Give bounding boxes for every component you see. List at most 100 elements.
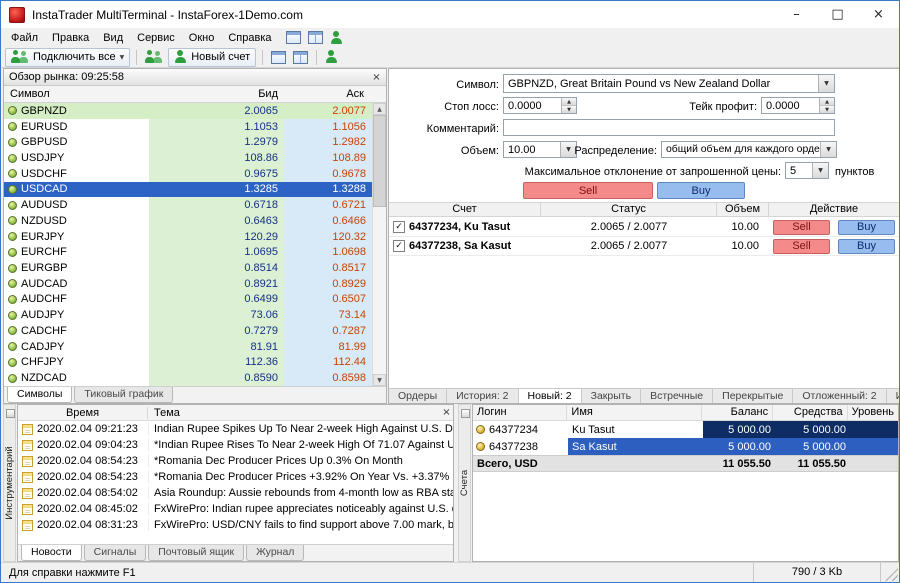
market-row[interactable]: EURGBP 0.8514 0.8517 xyxy=(4,260,372,276)
market-watch-tab[interactable]: Символы xyxy=(7,387,72,403)
orders-tab[interactable]: Ордеры xyxy=(389,389,447,403)
window-icon[interactable] xyxy=(271,51,286,64)
sell-button[interactable]: Sell xyxy=(773,239,830,254)
account-coin-icon xyxy=(476,442,485,451)
minimize-button[interactable]: – xyxy=(776,1,817,28)
accounts-strip[interactable]: Счета xyxy=(458,404,471,562)
scrollbar-thumb[interactable] xyxy=(373,115,386,207)
chevron-down-icon[interactable]: ▼ xyxy=(820,142,836,157)
spinner-up-icon[interactable]: ▲ xyxy=(820,98,834,106)
symbol-select[interactable]: GBPNZD, Great Britain Pound vs New Zeala… xyxy=(503,74,835,93)
orders-tab[interactable]: Отложенный: 2 xyxy=(793,389,886,403)
menu-item[interactable]: Вид xyxy=(96,30,130,46)
market-row[interactable]: CADCHF 0.7279 0.7287 xyxy=(4,323,372,339)
news-column-header[interactable]: Время Тема × xyxy=(18,405,453,421)
news-tab[interactable]: Журнал xyxy=(246,545,304,561)
sell-button[interactable]: Sell xyxy=(523,182,653,199)
scroll-up-icon[interactable]: ▲ xyxy=(373,103,386,115)
tile-windows-icon[interactable] xyxy=(308,31,323,44)
orders-tab[interactable]: Изменить xyxy=(887,389,899,403)
order-row[interactable]: ✓64377234, Ku Tasut 2.0065 / 2.0077 10.0… xyxy=(389,218,899,237)
distribution-select[interactable]: общий объем для каждого ордера ▼ xyxy=(661,141,837,158)
take-profit-input[interactable]: 0.0000 ▲▼ xyxy=(761,97,835,114)
market-row[interactable]: EURUSD 1.1053 1.1056 xyxy=(4,119,372,135)
news-row[interactable]: 2020.02.04 08:54:02 Asia Roundup: Aussie… xyxy=(18,485,453,501)
toolbox-strip[interactable]: Инструментарий xyxy=(3,404,16,562)
news-tab[interactable]: Сигналы xyxy=(84,545,147,561)
new-account-button[interactable]: Новый счет xyxy=(168,48,256,67)
account-checkbox[interactable]: ✓ xyxy=(393,221,405,233)
account-row[interactable]: 64377238 Sa Kasut 5 000.00 5 000.00 xyxy=(473,438,898,455)
market-row[interactable]: AUDCHF 0.6499 0.6507 xyxy=(4,292,372,308)
menu-item[interactable]: Справка xyxy=(221,30,278,46)
market-row[interactable]: USDCAD 1.3285 1.3288 xyxy=(4,182,372,198)
accounts-column-header[interactable]: Логин Имя Баланс Средства Уровень xyxy=(473,405,898,421)
news-row[interactable]: 2020.02.04 08:54:23 *Romania Dec Produce… xyxy=(18,469,453,485)
comment-input[interactable] xyxy=(503,119,835,136)
stop-loss-input[interactable]: 0.0000 ▲▼ xyxy=(503,97,577,114)
maximize-button[interactable]: □ xyxy=(817,1,858,28)
market-row[interactable]: NZDCAD 0.8590 0.8598 xyxy=(4,370,372,386)
market-row[interactable]: NZDUSD 0.6463 0.6466 xyxy=(4,213,372,229)
market-row[interactable]: CHFJPY 112.36 112.44 xyxy=(4,355,372,371)
symbol-name: AUDCHF xyxy=(21,293,67,305)
account-checkbox[interactable]: ✓ xyxy=(393,240,405,252)
market-watch-tab[interactable]: Тиковый график xyxy=(74,387,173,403)
user-icon[interactable] xyxy=(325,50,338,64)
user-icon[interactable] xyxy=(330,31,343,45)
resize-grip[interactable] xyxy=(885,568,898,581)
menu-item[interactable]: Окно xyxy=(182,30,222,46)
orders-tab[interactable]: История: 2 xyxy=(447,389,518,403)
news-tab[interactable]: Почтовый ящик xyxy=(148,545,244,561)
market-row[interactable]: AUDCAD 0.8921 0.8929 xyxy=(4,276,372,292)
spinner-down-icon[interactable]: ▼ xyxy=(820,106,834,113)
news-row[interactable]: 2020.02.04 08:54:23 *Romania Dec Produce… xyxy=(18,453,453,469)
close-icon[interactable]: × xyxy=(440,406,453,419)
sell-button[interactable]: Sell xyxy=(773,220,830,235)
market-watch-scrollbar[interactable]: ▲ ▼ xyxy=(372,103,386,386)
close-button[interactable]: × xyxy=(858,1,899,28)
market-row[interactable]: EURCHF 1.0695 1.0698 xyxy=(4,244,372,260)
market-watch-column-header[interactable]: Символ Бид Аск xyxy=(4,86,386,103)
chevron-down-icon[interactable]: ▼ xyxy=(818,75,834,92)
market-row[interactable]: CADJPY 81.91 81.99 xyxy=(4,339,372,355)
title-bar[interactable]: InstaTrader MultiTerminal - InstaForex-1… xyxy=(1,1,899,28)
menu-item[interactable]: Правка xyxy=(45,30,96,46)
news-row[interactable]: 2020.02.04 09:21:23 Indian Rupee Spikes … xyxy=(18,421,453,437)
market-row[interactable]: USDJPY 108.86 108.89 xyxy=(4,150,372,166)
buy-button[interactable]: Buy xyxy=(657,182,745,199)
market-row[interactable]: GBPUSD 1.2979 1.2982 xyxy=(4,134,372,150)
news-row[interactable]: 2020.02.04 08:45:02 FxWirePro: Indian ru… xyxy=(18,501,453,517)
orders-table-header[interactable]: Счет Статус Объем Действие xyxy=(389,202,899,217)
news-row[interactable]: 2020.02.04 08:31:23 FxWirePro: USD/CNY f… xyxy=(18,517,453,533)
market-row[interactable]: USDCHF 0.9675 0.9678 xyxy=(4,166,372,182)
market-row[interactable]: EURJPY 120.29 120.32 xyxy=(4,229,372,245)
window-icon[interactable] xyxy=(286,31,301,44)
menu-item[interactable]: Сервис xyxy=(130,30,182,46)
news-row[interactable]: 2020.02.04 09:04:23 *Indian Rupee Rises … xyxy=(18,437,453,453)
bid-value: 112.36 xyxy=(149,355,284,371)
market-row[interactable]: AUDUSD 0.6718 0.6721 xyxy=(4,197,372,213)
order-row[interactable]: ✓64377238, Sa Kasut 2.0065 / 2.0077 10.0… xyxy=(389,237,899,256)
deviation-select[interactable]: 5 ▼ xyxy=(785,162,829,179)
buy-button[interactable]: Buy xyxy=(838,239,895,254)
market-row[interactable]: AUDJPY 73.06 73.14 xyxy=(4,307,372,323)
buy-button[interactable]: Buy xyxy=(838,220,895,235)
chevron-down-icon[interactable]: ▼ xyxy=(812,163,828,178)
news-tab[interactable]: Новости xyxy=(21,545,82,561)
orders-tab[interactable]: Закрыть xyxy=(582,389,641,403)
orders-tab[interactable]: Перекрытые xyxy=(713,389,793,403)
menu-item[interactable]: Файл xyxy=(4,30,45,46)
close-icon[interactable]: × xyxy=(370,71,383,84)
spinner-down-icon[interactable]: ▼ xyxy=(562,106,576,113)
account-row[interactable]: 64377234 Ku Tasut 5 000.00 5 000.00 xyxy=(473,421,898,438)
tile-windows-icon[interactable] xyxy=(293,51,308,64)
scroll-down-icon[interactable]: ▼ xyxy=(373,374,386,386)
ask-value: 2.0077 xyxy=(284,103,372,119)
market-row[interactable]: GBPNZD 2.0065 2.0077 xyxy=(4,103,372,119)
orders-tab[interactable]: Новый: 2 xyxy=(519,389,582,403)
connect-all-button[interactable]: Подключить все ▼ xyxy=(5,48,130,67)
spinner-up-icon[interactable]: ▲ xyxy=(562,98,576,106)
users-icon[interactable] xyxy=(145,50,163,64)
orders-tab[interactable]: Встречные xyxy=(641,389,713,403)
